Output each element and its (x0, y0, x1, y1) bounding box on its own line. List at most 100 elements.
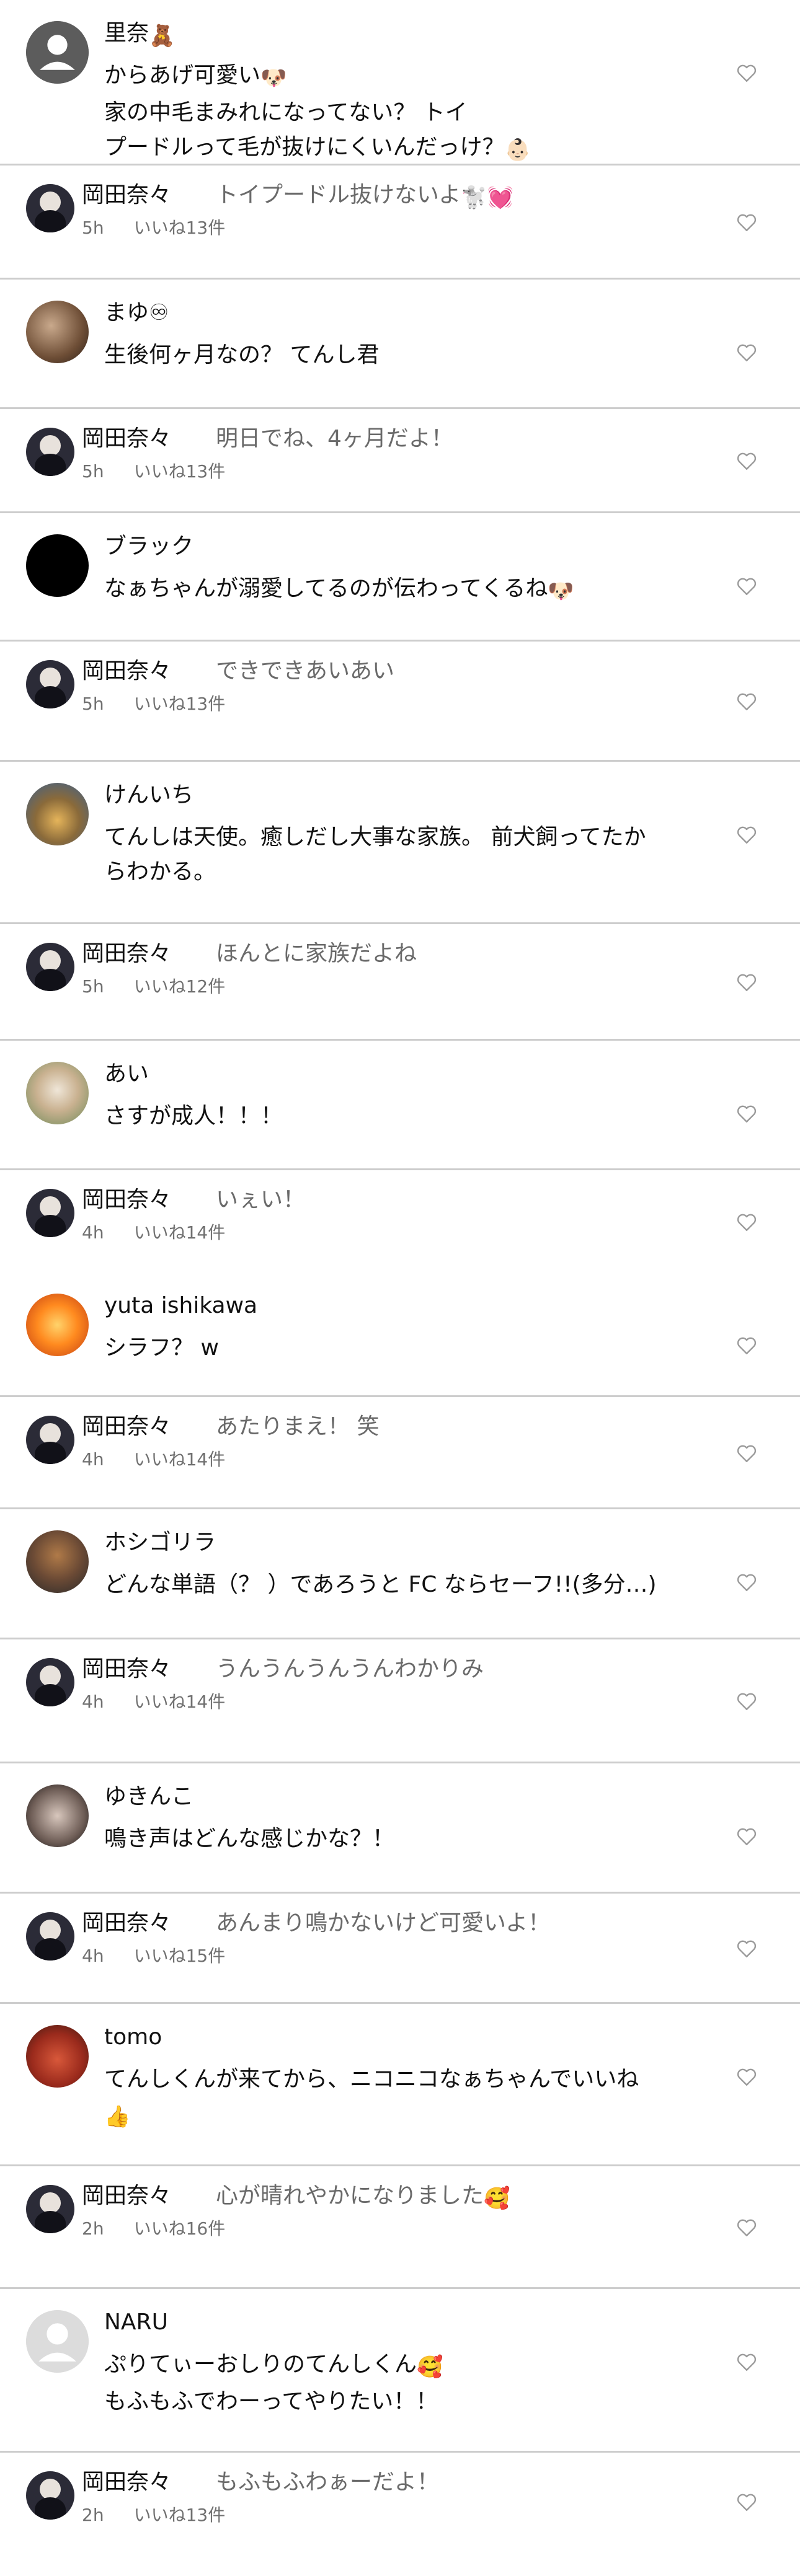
ai-avatar[interactable] (26, 1062, 89, 1124)
reply-text: いぇい！ (216, 1185, 305, 1215)
comment-text: てんしは天使。癒しだし大事な家族。 前犬飼ってたか らわかる。 (104, 820, 707, 889)
reply-author[interactable]: 岡田奈々 (82, 1412, 171, 1442)
default-avatar[interactable] (26, 21, 89, 84)
avatar[interactable] (26, 1416, 74, 1464)
comment-author[interactable]: NARU (104, 2308, 168, 2337)
comment-line: てんしくんが来てから、ニコニコなぁちゃんでいいね (104, 2062, 707, 2097)
heart-icon[interactable] (736, 1571, 758, 1594)
heart-icon[interactable] (736, 342, 758, 364)
comment-row: ブラック なぁちゃんが溺愛してるのが伝わってくるね🐶 (0, 511, 800, 640)
emoji: 🧸 (149, 24, 176, 48)
like-count[interactable]: いいね13件 (134, 218, 226, 238)
black-avatar[interactable] (26, 534, 89, 597)
avatar[interactable] (26, 1912, 74, 1961)
heart-icon[interactable] (736, 1211, 758, 1233)
author-name: 里奈 (104, 20, 149, 46)
heart-icon[interactable] (736, 575, 758, 598)
comment-author[interactable]: まゆ♾ (104, 298, 169, 328)
timestamp: 4h (82, 1946, 104, 1966)
like-count[interactable]: いいね13件 (134, 2505, 226, 2525)
timestamp: 5h (82, 218, 104, 238)
heart-icon[interactable] (736, 971, 758, 994)
heart-icon[interactable] (736, 2351, 758, 2373)
heart-icon[interactable] (736, 1825, 758, 1848)
heart-icon[interactable] (736, 2066, 758, 2088)
reply-text: あたりまえ！ 笑 (216, 1412, 379, 1442)
reply-author[interactable]: 岡田奈々 (82, 656, 171, 686)
avatar[interactable] (26, 428, 74, 476)
reply-author[interactable]: 岡田奈々 (82, 1185, 171, 1215)
like-count[interactable]: いいね13件 (134, 694, 226, 714)
like-count[interactable]: いいね14件 (134, 1692, 226, 1712)
hoshi-avatar[interactable] (26, 1530, 89, 1593)
reply-author[interactable]: 岡田奈々 (82, 939, 171, 969)
like-count[interactable]: いいね12件 (134, 976, 226, 997)
reply-row: 岡田奈々 できできあいあい 5h いいね13件 (0, 640, 800, 760)
heart-icon[interactable] (736, 824, 758, 846)
timestamp: 4h (82, 1449, 104, 1470)
avatar[interactable] (26, 943, 74, 991)
heart-icon[interactable] (736, 1442, 758, 1465)
comment-text: てんしくんが来てから、ニコニコなぁちゃんでいいね 👍 (104, 2062, 707, 2134)
heart-icon[interactable] (736, 1103, 758, 1125)
like-count[interactable]: いいね15件 (134, 1946, 226, 1966)
like-count[interactable]: いいね14件 (134, 1222, 226, 1243)
maya-avatar[interactable] (26, 301, 89, 363)
comment-author[interactable]: 里奈🧸 (104, 19, 175, 51)
reply-meta: 5h いいね13件 (82, 461, 225, 482)
reply-row: 岡田奈々 トイプードル抜けないよ🐩💓 5h いいね13件 (0, 164, 800, 278)
avatar[interactable] (26, 184, 74, 232)
emoji: 🥰 (484, 2186, 510, 2211)
reply-author[interactable]: 岡田奈々 (82, 2181, 171, 2211)
naru-avatar[interactable] (26, 2310, 89, 2373)
heart-icon[interactable] (736, 211, 758, 234)
reply-author[interactable]: 岡田奈々 (82, 424, 171, 454)
reply-author[interactable]: 岡田奈々 (82, 1654, 171, 1684)
comment-line: 家の中毛まみれになってない？ トイ (104, 95, 707, 130)
avatar[interactable] (26, 660, 74, 708)
heart-icon[interactable] (736, 2491, 758, 2513)
avatar[interactable] (26, 1189, 74, 1237)
reply-text-body: ほんとに家族だよね (216, 941, 417, 966)
reply-author[interactable]: 岡田奈々 (82, 180, 171, 210)
avatar[interactable] (26, 1658, 74, 1706)
reply-meta: 4h いいね15件 (82, 1946, 225, 1967)
like-count[interactable]: いいね13件 (134, 461, 226, 482)
reply-text-body: 心が晴れやかになりました (216, 2183, 484, 2208)
avatar-face (40, 950, 61, 971)
yukinko-avatar[interactable] (26, 1784, 89, 1847)
comment-author[interactable]: ホシゴリラ (104, 1528, 216, 1558)
reply-meta: 4h いいね14件 (82, 1692, 225, 1713)
tomo-avatar[interactable] (26, 2025, 89, 2088)
heart-icon[interactable] (736, 2217, 758, 2239)
comment-author[interactable]: けんいち (104, 780, 193, 810)
heart-icon[interactable] (736, 1690, 758, 1713)
like-count[interactable]: いいね16件 (134, 2218, 226, 2239)
yuta-avatar[interactable] (26, 1294, 89, 1356)
reply-text: あんまり鳴かないけど可愛いよ！ (216, 1908, 550, 1938)
avatar[interactable] (26, 2185, 74, 2233)
reply-author[interactable]: 岡田奈々 (82, 2468, 171, 2497)
comment-author[interactable]: tomo (104, 2022, 162, 2052)
reply-text: ほんとに家族だよね (216, 939, 417, 969)
comment-author[interactable]: ブラック (104, 532, 193, 562)
reply-text-body: トイプードル抜けないよ (216, 182, 461, 208)
avatar-face (40, 668, 61, 689)
heart-icon[interactable] (736, 690, 758, 713)
heart-icon[interactable] (736, 1334, 758, 1357)
like-count[interactable]: いいね14件 (134, 1449, 226, 1470)
heart-icon[interactable] (736, 62, 758, 84)
reply-text-body: 明日でね、4ヶ月だよ！ (216, 426, 453, 451)
heart-icon[interactable] (736, 450, 758, 472)
reply-author[interactable]: 岡田奈々 (82, 1908, 171, 1938)
comment-author[interactable]: あい (104, 1059, 149, 1089)
reply-row: 岡田奈々 ほんとに家族だよね 5h いいね12件 (0, 922, 800, 1039)
reply-row: 岡田奈々 もふもふわぁーだよ！ 2h いいね13件 (0, 2451, 800, 2550)
heart-icon[interactable] (736, 1938, 758, 1960)
avatar[interactable] (26, 2471, 74, 2520)
kenichi-avatar[interactable] (26, 783, 89, 845)
author-name: まゆ♾ (104, 300, 169, 325)
comment-author[interactable]: ゆきんこ (104, 1782, 193, 1812)
comment-author[interactable]: yuta ishikawa (104, 1291, 257, 1321)
comment-row: NARU ぷりてぃーおしりのてんしくん🥰 もふもふでわーってやりたい！！ (0, 2287, 800, 2451)
